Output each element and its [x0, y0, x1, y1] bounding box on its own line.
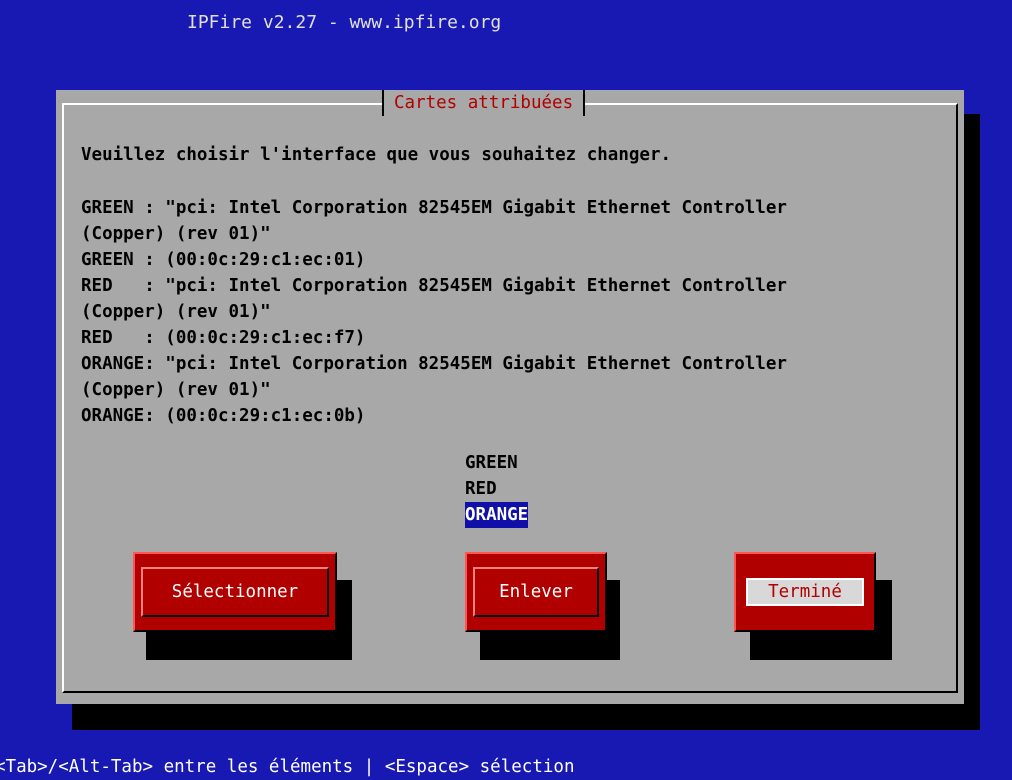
dialog-prompt: Veuillez choisir l'interface que vous so…: [81, 145, 672, 165]
select-button[interactable]: Sélectionner: [133, 552, 337, 632]
info-line: RED : (00:0c:29:c1:ec:f7): [81, 328, 366, 348]
done-button-label: Terminé: [746, 578, 864, 606]
root-title: IPFire v2.27 - www.ipfire.org: [187, 12, 502, 33]
status-bar: <Tab>/<Alt-Tab> entre les éléments | <Es…: [0, 757, 575, 777]
network-cards-dialog: Cartes attribuées Veuillez choisir l'int…: [56, 90, 964, 704]
interface-info: GREEN : "pci: Intel Corporation 82545EM …: [81, 195, 787, 429]
remove-button[interactable]: Enlever: [465, 552, 607, 632]
select-button-label: Sélectionner: [141, 567, 329, 617]
dialog-title: Cartes attribuées: [382, 90, 586, 116]
info-line: (Copper) (rev 01)": [81, 224, 271, 244]
done-button[interactable]: Terminé: [734, 552, 876, 632]
info-line: GREEN : (00:0c:29:c1:ec:01): [81, 250, 366, 270]
info-line: GREEN : "pci: Intel Corporation 82545EM …: [81, 198, 787, 218]
info-line: ORANGE: (00:0c:29:c1:ec:0b): [81, 406, 366, 426]
info-line: RED : "pci: Intel Corporation 82545EM Gi…: [81, 276, 787, 296]
list-item-orange[interactable]: ORANGE: [465, 502, 529, 528]
interface-listbox[interactable]: GREEN RED ORANGE: [465, 450, 529, 528]
list-item-green[interactable]: GREEN: [465, 450, 528, 476]
remove-button-label: Enlever: [473, 567, 599, 617]
info-line: (Copper) (rev 01)": [81, 380, 271, 400]
info-line: ORANGE: "pci: Intel Corporation 82545EM …: [81, 354, 787, 374]
list-item-red[interactable]: RED: [465, 476, 528, 502]
info-line: (Copper) (rev 01)": [81, 302, 271, 322]
